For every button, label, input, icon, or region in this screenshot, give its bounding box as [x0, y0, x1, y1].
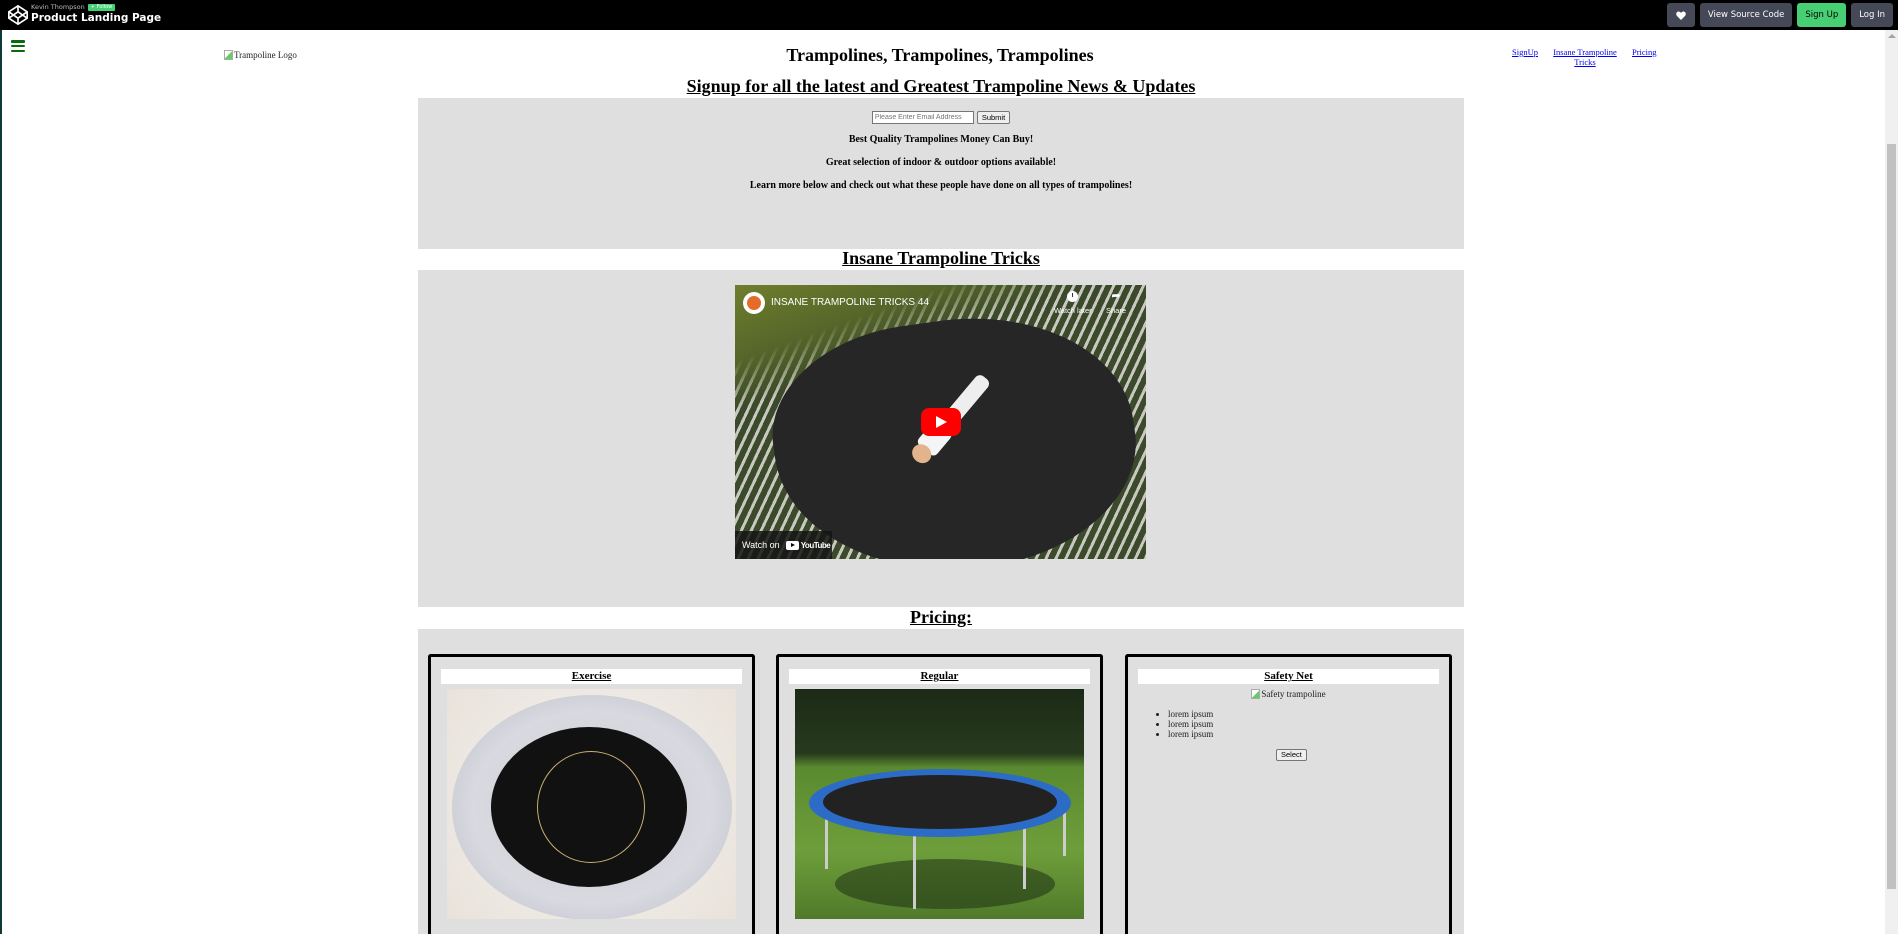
follow-button[interactable]: + Follow [87, 3, 116, 11]
pricing-card-safety-net: Safety Net Safety trampoline lorem ipsum… [1125, 654, 1452, 934]
broken-image-icon [1251, 689, 1261, 699]
select-button[interactable]: Select [1276, 749, 1307, 761]
watch-later-label: Watch later [1054, 306, 1092, 315]
tricks-heading: Insane Trampoline Tricks [842, 248, 1040, 268]
signup-heading: Signup for all the latest and Greatest T… [686, 76, 1196, 96]
watch-on-youtube-button[interactable]: Watch on YouTube [735, 531, 832, 559]
vertical-scrollbar[interactable] [1885, 30, 1898, 934]
pen-author: Kevin Thompson + Follow [31, 3, 116, 11]
nav-link-pricing[interactable]: Pricing [1632, 47, 1657, 67]
tagline: Best Quality Trampolines Money Can Buy! [848, 134, 1034, 145]
codepen-header-bar: Kevin Thompson + Follow Product Landing … [0, 0, 1898, 30]
scroll-up-arrow-icon[interactable] [1888, 34, 1896, 38]
share-button[interactable]: ➦ Share [1106, 290, 1127, 316]
signup-section: Submit Best Quality Trampolines Money Ca… [418, 98, 1464, 249]
pen-title: Product Landing Page [31, 12, 162, 24]
youtube-wordmark: YouTube [800, 540, 831, 550]
author-name[interactable]: Kevin Thompson [31, 3, 85, 11]
regular-trampoline-image [795, 689, 1084, 919]
share-label: Share [1106, 306, 1127, 315]
image-alt-text: Safety trampoline [1261, 689, 1326, 699]
clock-icon [1067, 291, 1079, 302]
tagline: Great selection of indoor & outdoor opti… [825, 157, 1057, 168]
channel-avatar-icon[interactable] [743, 292, 765, 314]
card-title: Regular [789, 669, 1090, 684]
safety-trampoline-image: Safety trampoline [1128, 689, 1449, 699]
signup-form: Submit [418, 111, 1464, 124]
codepen-logo-icon[interactable] [7, 4, 29, 26]
nav-link-tricks[interactable]: Insane Trampoline Tricks [1549, 47, 1621, 67]
watch-later-button[interactable]: Watch later [1054, 291, 1092, 315]
list-item: lorem ipsum [1168, 719, 1213, 729]
header-actions: View Source Code Sign Up Log In [1666, 3, 1893, 27]
card-title: Exercise [441, 669, 742, 684]
heart-icon [1676, 11, 1686, 20]
youtube-video-embed[interactable]: INSANE TRAMPOLINE TRICKS 44 Watch later … [735, 285, 1146, 559]
tagline: Learn more below and check out what thes… [749, 180, 1133, 191]
view-source-button[interactable]: View Source Code [1699, 3, 1793, 27]
play-button-icon[interactable] [921, 408, 961, 436]
video-title[interactable]: INSANE TRAMPOLINE TRICKS 44 [771, 297, 929, 308]
nav-link-signup[interactable]: SignUp [1512, 47, 1538, 67]
list-item: lorem ipsum [1168, 729, 1213, 739]
nav-bar: SignUp Insane Trampoline Tricks Pricing [1512, 47, 1657, 67]
list-item: lorem ipsum [1168, 709, 1213, 719]
sign-up-button[interactable]: Sign Up [1797, 3, 1847, 27]
email-input[interactable] [871, 111, 974, 124]
pricing-card-regular: Regular [776, 654, 1103, 934]
youtube-logo-icon: YouTube [785, 540, 831, 550]
love-button[interactable] [1666, 3, 1695, 27]
pricing-heading: Pricing: [910, 607, 972, 627]
follow-label: Follow [96, 3, 113, 10]
feature-list: lorem ipsum lorem ipsum lorem ipsum [1168, 709, 1213, 739]
watch-on-label: Watch on [742, 540, 780, 550]
pricing-card-exercise: Exercise [428, 654, 755, 934]
share-arrow-icon: ➦ [1111, 290, 1121, 302]
scrollbar-thumb[interactable] [1887, 144, 1896, 889]
left-edge-border [0, 30, 2, 934]
log-in-button[interactable]: Log In [1851, 3, 1893, 27]
submit-button[interactable]: Submit [976, 111, 1011, 124]
card-title: Safety Net [1138, 669, 1439, 684]
exercise-trampoline-image [447, 689, 736, 919]
